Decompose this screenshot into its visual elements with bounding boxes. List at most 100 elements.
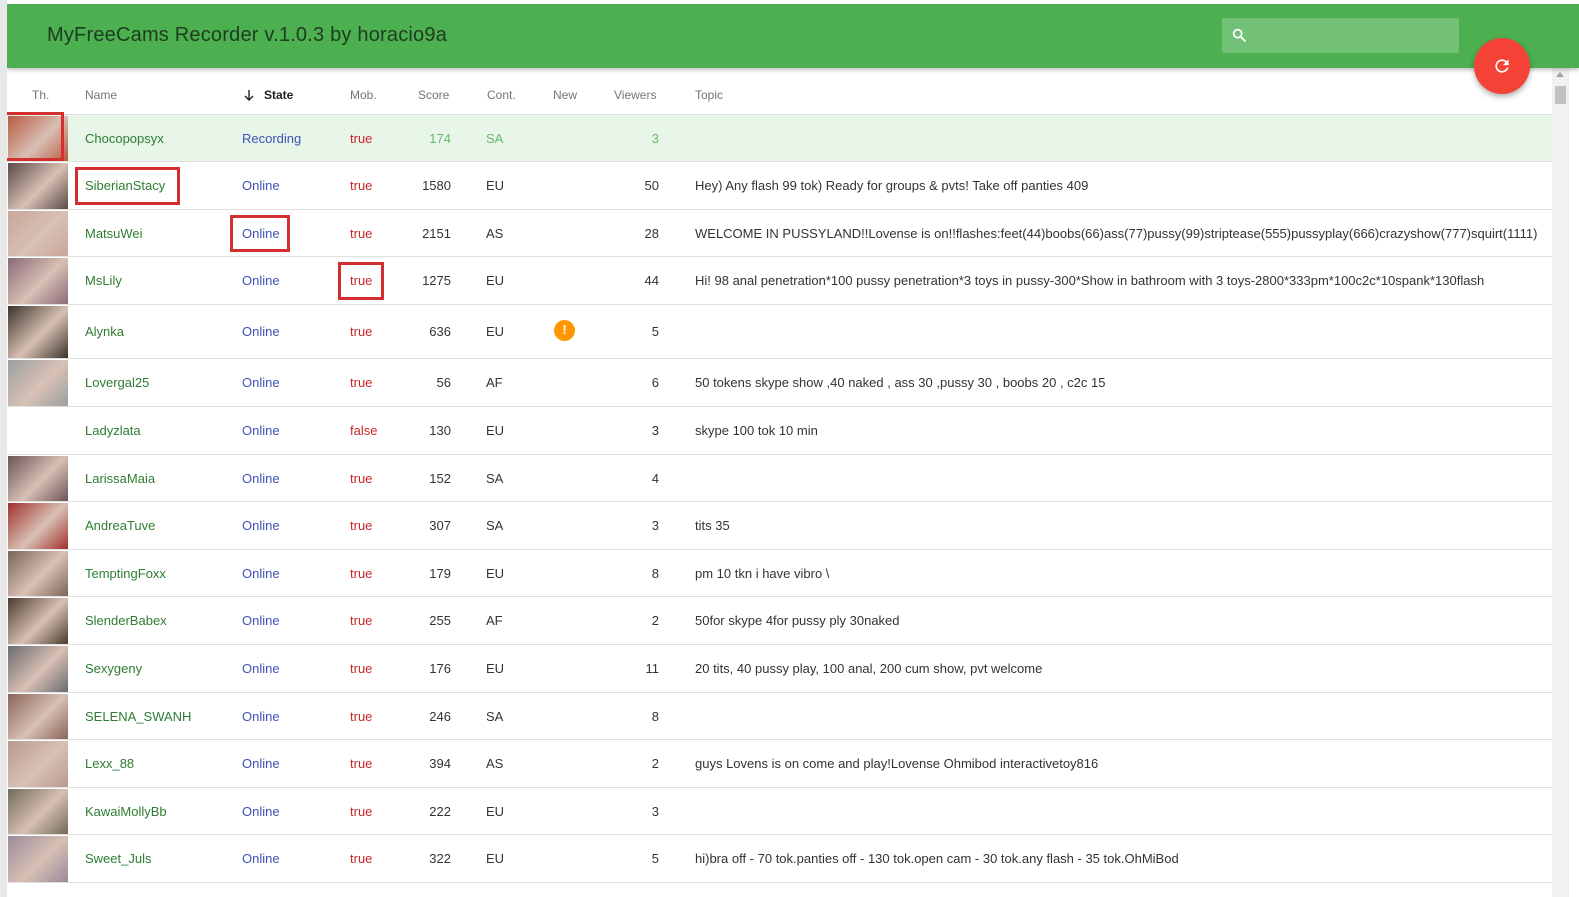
table-row[interactable]: Ladyzlata Online false 130 EU 3 skype 100 tok … bbox=[7, 407, 1552, 455]
thumbnail-image[interactable] bbox=[8, 789, 68, 834]
window-edge bbox=[0, 0, 7, 897]
column-header-name[interactable]: Name bbox=[85, 88, 117, 102]
table-row[interactable]: MatsuWei Online true 2151 AS 28 WELCOME IN PUS… bbox=[7, 210, 1552, 257]
refresh-button[interactable] bbox=[1474, 38, 1530, 94]
state-value: Online bbox=[242, 375, 280, 390]
thumbnail-image[interactable] bbox=[8, 598, 68, 644]
table-row[interactable]: Chocopopsyx Recording true 174 SA 3 bbox=[7, 112, 1552, 162]
thumbnail-image[interactable] bbox=[8, 551, 68, 596]
table-row[interactable]: KawaiMollyBb Online true 222 EU 3 bbox=[7, 788, 1552, 835]
model-name[interactable]: Chocopopsyx bbox=[85, 131, 164, 146]
table-row[interactable]: SiberianStacy Online true 1580 EU 50 Hey) Any … bbox=[7, 162, 1552, 210]
mobile-value: true bbox=[350, 324, 373, 339]
score-value: 130 bbox=[429, 423, 451, 438]
viewers-value: 28 bbox=[644, 226, 659, 241]
app-window: MyFreeCams Recorder v.1.0.3 by horacio9a… bbox=[7, 4, 1579, 897]
topic-text: Hi! 98 anal penetration*100 pussy penetr… bbox=[695, 273, 1485, 288]
column-header-thumb[interactable]: Th. bbox=[32, 88, 49, 102]
column-header-state-label: State bbox=[264, 88, 294, 102]
mobile-value: false bbox=[350, 423, 378, 438]
model-name[interactable]: Sweet_Juls bbox=[85, 851, 151, 866]
continent-value: AS bbox=[486, 226, 504, 241]
continent-value: EU bbox=[486, 661, 505, 676]
column-header-cont[interactable]: Cont. bbox=[487, 88, 516, 102]
table-row[interactable]: Lexx_88 Online true 394 AS 2 guys Lovens is on… bbox=[7, 740, 1552, 788]
thumbnail-image[interactable] bbox=[8, 694, 68, 739]
column-header-viewers[interactable]: Viewers bbox=[614, 88, 656, 102]
screenshot-frame: MyFreeCams Recorder v.1.0.3 by horacio9a… bbox=[0, 0, 1579, 897]
score-value: 322 bbox=[429, 851, 451, 866]
search-box[interactable] bbox=[1222, 18, 1459, 53]
model-name[interactable]: AndreaTuve bbox=[85, 518, 155, 533]
model-name[interactable]: MsLily bbox=[85, 273, 122, 288]
vertical-scrollbar[interactable] bbox=[1552, 68, 1569, 897]
model-name[interactable]: Sexygeny bbox=[85, 661, 142, 676]
score-value: 1275 bbox=[422, 273, 451, 288]
mobile-value: true bbox=[350, 661, 373, 676]
model-name[interactable]: KawaiMollyBb bbox=[85, 804, 167, 819]
search-input[interactable] bbox=[1256, 18, 1456, 53]
topic-text: hi)bra off - 70 tok.panties off - 130 to… bbox=[695, 851, 1179, 866]
model-name[interactable]: SlenderBabex bbox=[85, 613, 167, 628]
table-row[interactable]: Lovergal25 Online true 56 AF 6 50 tokens skype… bbox=[7, 359, 1552, 407]
viewers-value: 3 bbox=[651, 518, 659, 533]
viewers-value: 5 bbox=[651, 851, 659, 866]
viewers-value: 2 bbox=[651, 756, 659, 771]
thumbnail-image[interactable] bbox=[8, 646, 68, 692]
table-row[interactable]: AndreaTuve Online true 307 SA 3 tits 35 bbox=[7, 502, 1552, 550]
thumbnail-image[interactable] bbox=[8, 116, 68, 161]
model-name[interactable]: Lexx_88 bbox=[85, 756, 134, 771]
viewers-value: 11 bbox=[645, 661, 660, 676]
viewers-value: 3 bbox=[651, 131, 659, 146]
table-row[interactable]: Sexygeny Online true 176 EU 11 20 tits, 40 pus… bbox=[7, 645, 1552, 693]
column-header-topic[interactable]: Topic bbox=[695, 88, 723, 102]
scrollbar-thumb[interactable] bbox=[1555, 86, 1566, 104]
continent-value: SA bbox=[486, 131, 504, 146]
table-row[interactable]: LarissaMaia Online true 152 SA 4 bbox=[7, 455, 1552, 502]
model-name[interactable]: MatsuWei bbox=[85, 226, 143, 241]
thumbnail-image[interactable] bbox=[8, 408, 68, 454]
thumbnail-image[interactable] bbox=[8, 503, 68, 549]
column-header-new[interactable]: New bbox=[553, 88, 577, 102]
thumbnail-image[interactable] bbox=[8, 211, 68, 256]
thumbnail-image[interactable] bbox=[8, 258, 68, 304]
continent-value: EU bbox=[486, 804, 505, 819]
viewers-value: 8 bbox=[651, 709, 659, 724]
table-row[interactable]: Alynka Online true 636 EU 5! bbox=[7, 305, 1552, 359]
model-name[interactable]: SiberianStacy bbox=[85, 178, 165, 193]
thumbnail-image[interactable] bbox=[8, 836, 68, 882]
thumbnail-image[interactable] bbox=[8, 360, 68, 406]
column-header-mob[interactable]: Mob. bbox=[350, 88, 377, 102]
thumbnail-image[interactable] bbox=[8, 306, 68, 358]
state-value: Online bbox=[242, 613, 280, 628]
viewers-value: 3 bbox=[651, 804, 659, 819]
topic-text: 50for skype 4for pussy ply 30naked bbox=[695, 613, 900, 628]
refresh-icon bbox=[1495, 59, 1509, 73]
model-name[interactable]: Ladyzlata bbox=[85, 423, 141, 438]
table-row[interactable]: TemptingFoxx Online true 179 EU 8 pm 10 tkn i … bbox=[7, 550, 1552, 597]
score-value: 307 bbox=[429, 518, 451, 533]
state-value: Online bbox=[242, 804, 280, 819]
model-name[interactable]: LarissaMaia bbox=[85, 471, 155, 486]
table-row[interactable]: MsLily Online true 1275 EU 44 Hi! 98 anal pene… bbox=[7, 257, 1552, 305]
topic-text: pm 10 tkn i have vibro \ bbox=[695, 566, 830, 581]
mobile-value: true bbox=[350, 375, 373, 390]
model-name[interactable]: SELENA_SWANH bbox=[85, 709, 191, 724]
table-row[interactable]: SlenderBabex Online true 255 AF 2 50for skype … bbox=[7, 597, 1552, 645]
continent-value: EU bbox=[486, 324, 505, 339]
viewers-value: 5 bbox=[651, 324, 659, 339]
thumbnail-image[interactable] bbox=[8, 741, 68, 787]
model-name[interactable]: Alynka bbox=[85, 324, 124, 339]
viewers-value: 50 bbox=[644, 178, 659, 193]
model-name[interactable]: TemptingFoxx bbox=[85, 566, 166, 581]
column-header-score[interactable]: Score bbox=[418, 88, 449, 102]
scroll-up-arrow-icon[interactable] bbox=[1556, 72, 1564, 77]
state-value: Online bbox=[242, 226, 280, 241]
thumbnail-image[interactable] bbox=[8, 163, 68, 209]
table-row[interactable]: SELENA_SWANH Online true 246 SA 8 bbox=[7, 693, 1552, 740]
thumbnail-image[interactable] bbox=[8, 456, 68, 501]
score-value: 394 bbox=[429, 756, 451, 771]
model-name[interactable]: Lovergal25 bbox=[85, 375, 149, 390]
table-row[interactable]: Sweet_Juls Online true 322 EU 5 hi)bra off - 7… bbox=[7, 835, 1552, 883]
continent-value: SA bbox=[486, 709, 504, 724]
